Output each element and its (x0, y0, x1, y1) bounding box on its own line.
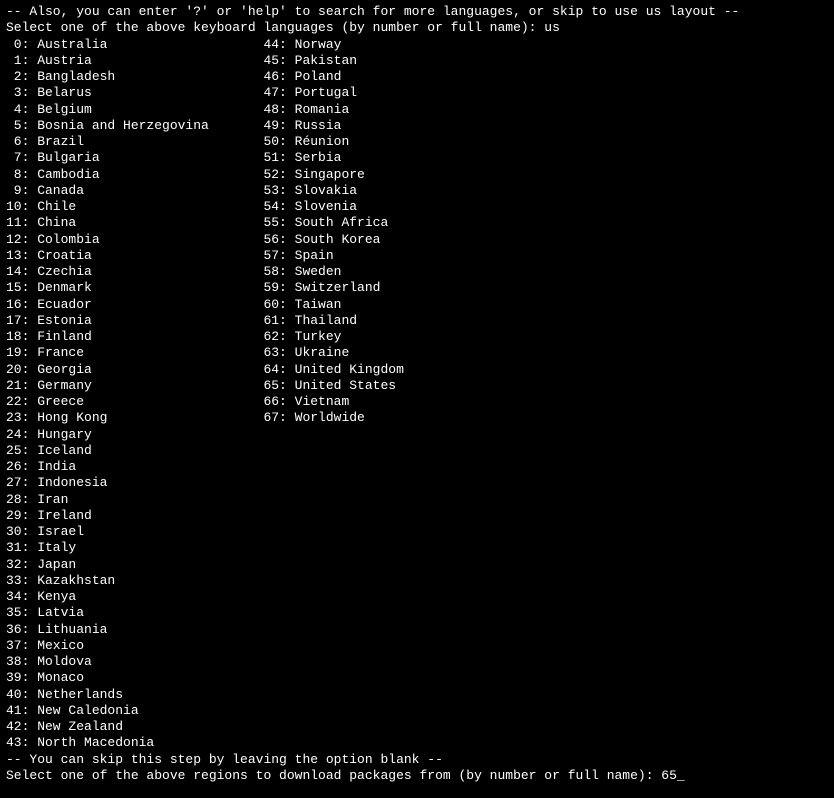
terminal-output: -- Also, you can enter '?' or 'help' to … (6, 4, 828, 784)
